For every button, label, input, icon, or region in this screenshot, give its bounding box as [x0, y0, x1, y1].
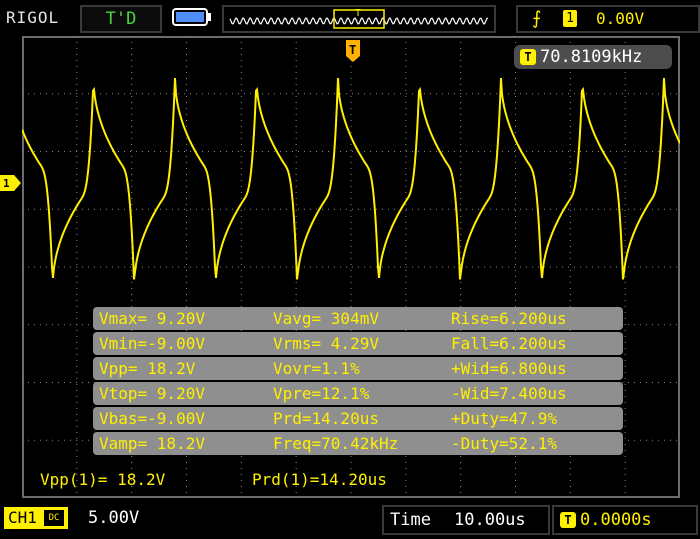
- channel1-badge[interactable]: CH1 DC: [4, 507, 68, 529]
- measurement-row: Vbas=-9.00V Prd=14.20us +Duty=47.9%: [93, 407, 623, 430]
- measurement-row: Vmin=-9.00V Vrms= 4.29V Fall=6.200us: [93, 332, 623, 355]
- top-status-bar: RIGOL T'D T ⨍ 1 0.00V: [0, 0, 700, 34]
- measurement-vamp: Vamp= 18.2V: [99, 434, 205, 453]
- measurement-table: Vmax= 9.20V Vavg= 304mV Rise=6.200us Vmi…: [93, 307, 623, 457]
- measurement-row: Vtop= 9.20V Vpre=12.1% -Wid=7.400us: [93, 382, 623, 405]
- channel1-ground-marker[interactable]: 1: [0, 175, 22, 191]
- measurement-row: Vamp= 18.2V Freq=70.42kHz -Duty=52.1%: [93, 432, 623, 455]
- svg-text:1: 1: [3, 177, 10, 190]
- measurement-vpp: Vpp= 18.2V: [99, 359, 196, 378]
- trigger-offset-setting[interactable]: T 0.0000s: [552, 505, 698, 535]
- trigger-level: 0.00V: [596, 9, 645, 28]
- measurement-vmax: Vmax= 9.20V: [99, 309, 205, 328]
- svg-text:T: T: [355, 8, 361, 19]
- dc-coupling-icon: DC: [44, 510, 64, 526]
- trigger-settings[interactable]: ⨍ 1 0.00V: [516, 5, 700, 33]
- trigger-status: T'D: [80, 5, 162, 33]
- time-label: Time: [390, 510, 431, 530]
- measurement-fall: Fall=6.200us: [451, 334, 567, 353]
- measurement-vovr: Vovr=1.1%: [273, 359, 360, 378]
- measurement-neg-duty: -Duty=52.1%: [451, 434, 557, 453]
- summary-vpp: Vpp(1)= 18.2V: [40, 470, 166, 489]
- volts-per-div[interactable]: 5.00V: [88, 507, 139, 529]
- svg-text:T: T: [349, 43, 356, 57]
- trigger-offset-icon: T: [560, 512, 576, 528]
- time-per-div: 10.00us: [454, 510, 526, 530]
- measurement-vavg: Vavg= 304mV: [273, 309, 379, 328]
- frequency-counter: T 70.8109kHz: [514, 45, 672, 69]
- measurement-neg-width: -Wid=7.400us: [451, 384, 567, 403]
- measurement-vtop: Vtop= 9.20V: [99, 384, 205, 403]
- battery-icon: [172, 8, 211, 26]
- measurement-vbase: Vbas=-9.00V: [99, 409, 205, 428]
- trigger-position-marker[interactable]: T: [346, 40, 360, 62]
- trigger-source-badge: 1: [563, 10, 577, 27]
- measurement-vpre: Vpre=12.1%: [273, 384, 370, 403]
- measurement-row: Vmax= 9.20V Vavg= 304mV Rise=6.200us: [93, 307, 623, 330]
- summary-period: Prd(1)=14.20us: [252, 470, 387, 489]
- measurement-pos-duty: +Duty=47.9%: [451, 409, 557, 428]
- memory-window-indicator[interactable]: T: [222, 5, 496, 33]
- timebase-setting[interactable]: Time 10.00us: [382, 505, 550, 535]
- measurement-vrms: Vrms= 4.29V: [273, 334, 379, 353]
- measurement-row: Vpp= 18.2V Vovr=1.1% +Wid=6.800us: [93, 357, 623, 380]
- trigger-offset-value: 0.0000s: [580, 510, 652, 530]
- trigger-icon: T: [520, 49, 536, 65]
- rising-edge-icon: ⨍: [532, 8, 542, 29]
- frequency-value: 70.8109kHz: [540, 47, 643, 67]
- measurement-vmin: Vmin=-9.00V: [99, 334, 205, 353]
- channel-label: CH1: [8, 508, 37, 527]
- measurement-freq: Freq=70.42kHz: [273, 434, 399, 453]
- measurement-pos-width: +Wid=6.800us: [451, 359, 567, 378]
- brand-logo: RIGOL: [6, 8, 60, 27]
- measurement-period: Prd=14.20us: [273, 409, 379, 428]
- measurement-rise: Rise=6.200us: [451, 309, 567, 328]
